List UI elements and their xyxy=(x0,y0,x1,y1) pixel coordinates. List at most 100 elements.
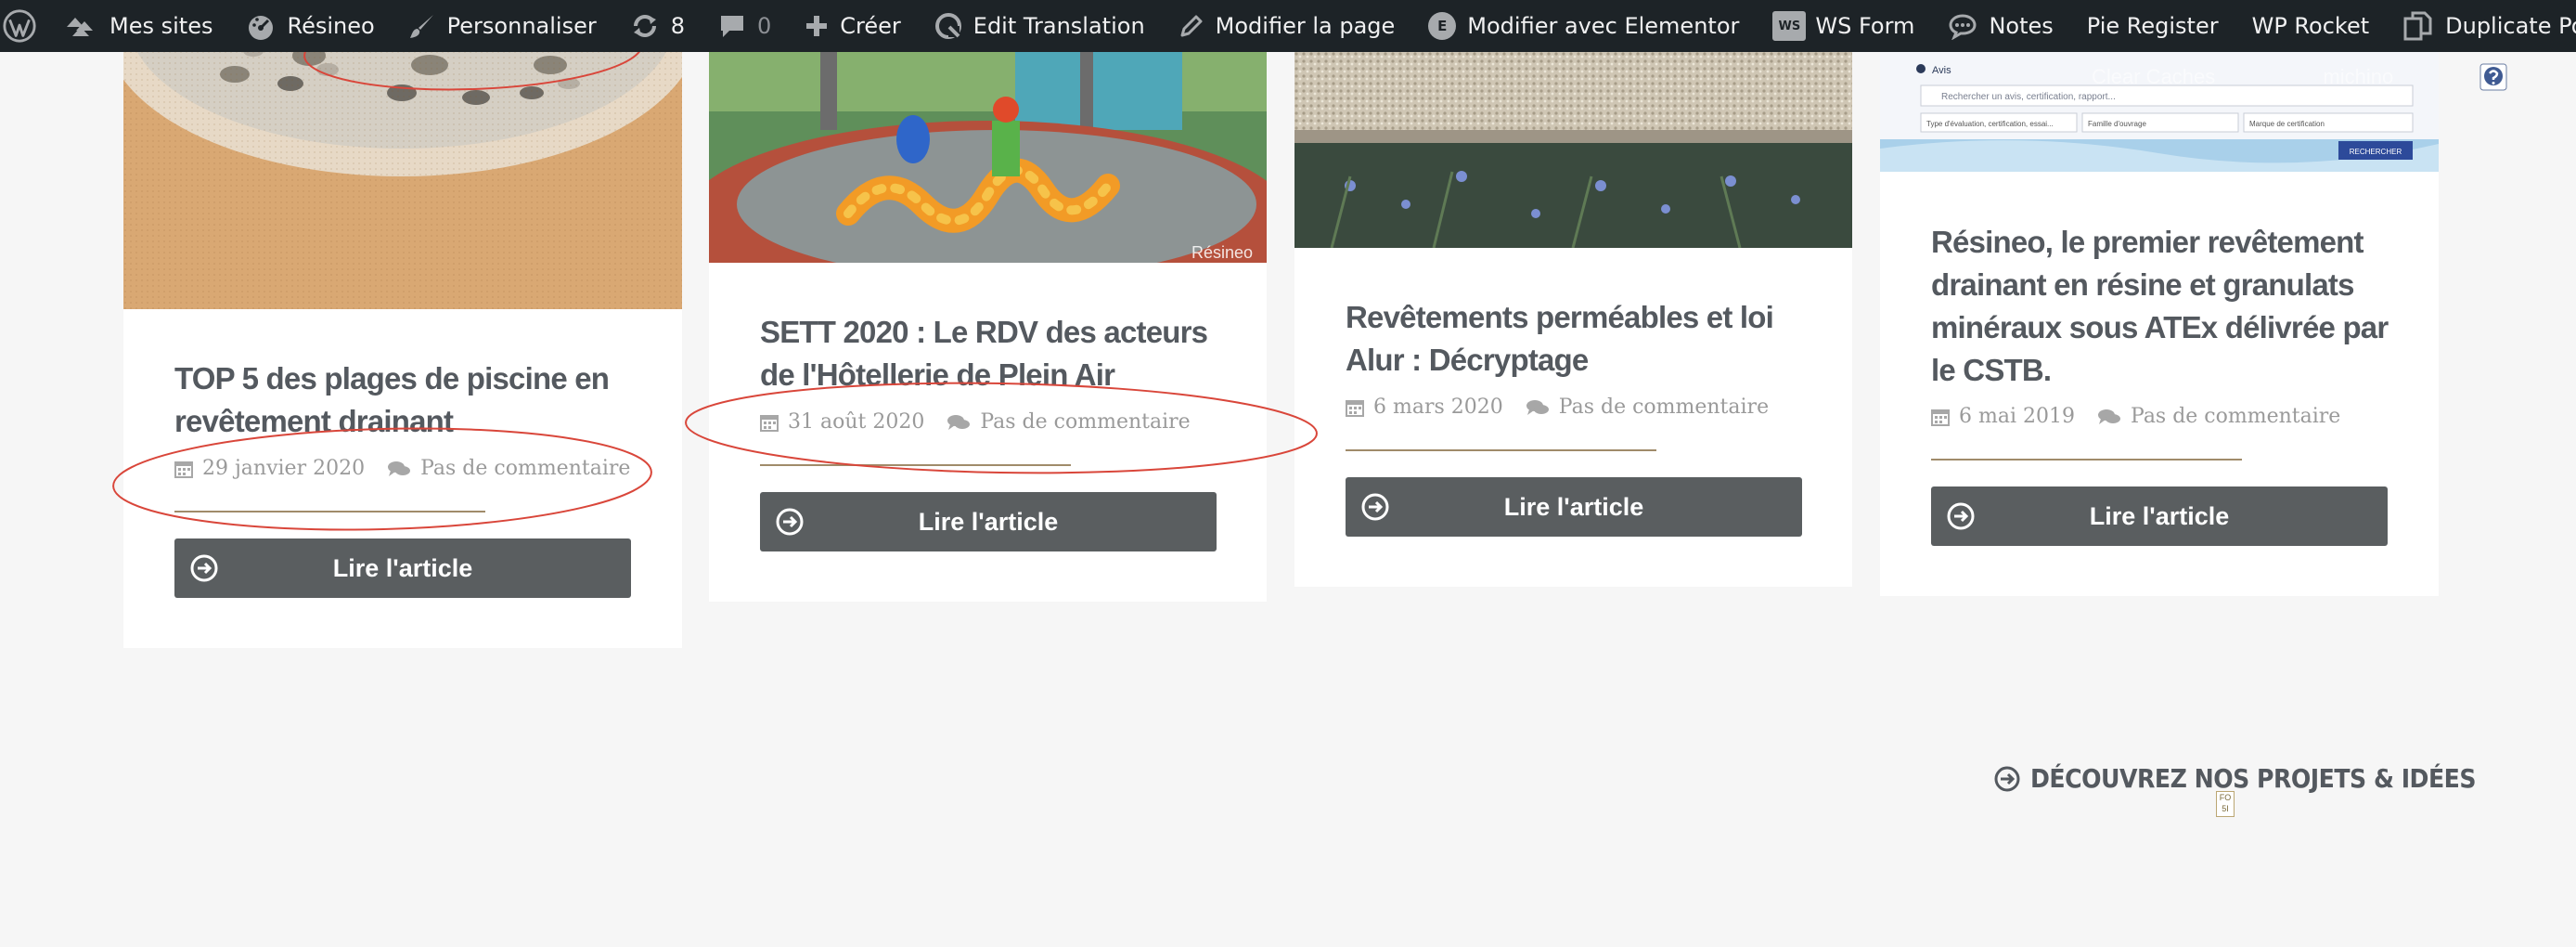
read-article-label: Lire l'article xyxy=(918,507,1059,536)
admin-bar-duplicate-post[interactable]: Duplicate Post xyxy=(2386,0,2576,52)
post-comments-link[interactable]: Pas de commentaire xyxy=(947,410,1191,434)
post-title[interactable]: SETT 2020 : Le RDV des acteurs de l'Hôte… xyxy=(760,311,1243,396)
post-divider xyxy=(174,511,485,512)
language-flag-icon[interactable]: FO 5I xyxy=(2216,791,2235,817)
wordpress-logo-button[interactable] xyxy=(0,0,48,52)
post-date: 6 mai 2019 xyxy=(1959,405,2075,428)
my-sites-icon xyxy=(67,18,93,36)
post-card: Résineo SETT 2020 : Le RDV des acteurs d… xyxy=(709,0,1267,602)
calendar-icon xyxy=(760,414,779,432)
translate-icon xyxy=(934,13,961,39)
pencil-icon xyxy=(1180,15,1203,37)
arrow-circle-right-icon xyxy=(1994,766,2020,791)
post-comment-count: Pas de commentaire xyxy=(980,410,1191,434)
admin-bar-customize[interactable]: Personnaliser xyxy=(392,0,613,52)
comments-icon xyxy=(947,414,971,430)
admin-bar-wp-rocket[interactable]: WP Rocket xyxy=(2235,0,2387,52)
discover-projects-label: DÉCOUVREZ NOS PROJETS & IDÉES xyxy=(2030,763,2477,794)
admin-bar-pie-register[interactable]: Pie Register xyxy=(2070,0,2235,52)
comments-count: 0 xyxy=(757,13,772,39)
post-card: Avis Rechercher un avis, certification, … xyxy=(1880,0,2439,596)
elementor-icon: E xyxy=(1428,12,1457,40)
admin-bar-elementor[interactable]: E Modifier avec Elementor xyxy=(1411,0,1756,52)
search-widget-placeholder: Rechercher un avis, certification, rappo… xyxy=(1941,92,2116,102)
calendar-icon xyxy=(1346,399,1364,417)
clear-caches-tail: michino xyxy=(2323,65,2394,88)
admin-bar-notes[interactable]: Notes xyxy=(1931,0,2069,52)
comments-icon xyxy=(721,16,743,37)
arrow-circle-right-icon xyxy=(1361,493,1389,521)
admin-bar-new-content[interactable]: Créer xyxy=(788,0,918,52)
read-article-button[interactable]: Lire l'article xyxy=(760,492,1217,551)
admin-bar-my-sites[interactable]: Mes sites xyxy=(48,0,229,52)
admin-bar-label: Personnaliser xyxy=(446,13,597,39)
ws-form-icon: WS xyxy=(1772,11,1807,41)
post-meta: 29 janvier 2020 Pas de commentaire xyxy=(174,457,630,480)
image-watermark: Résineo xyxy=(1191,243,1253,262)
admin-bar-ws-form[interactable]: WS WS Form xyxy=(1756,0,1931,52)
admin-bar-label: Duplicate Post xyxy=(2445,13,2576,39)
read-article-button[interactable]: Lire l'article xyxy=(174,538,631,598)
comments-icon xyxy=(1526,399,1549,415)
read-article-button[interactable]: Lire l'article xyxy=(1346,477,1802,537)
arrow-circle-right-icon xyxy=(190,554,218,582)
post-comments-link[interactable]: Pas de commentaire xyxy=(387,457,630,480)
admin-bar-edit-translation[interactable]: Edit Translation xyxy=(918,0,1162,52)
post-date: 29 janvier 2020 xyxy=(202,457,366,480)
post-meta: 6 mai 2019 Pas de commentaire xyxy=(1931,405,2340,428)
post-meta: 31 août 2020 Pas de commentaire xyxy=(760,410,1191,434)
post-comment-count: Pas de commentaire xyxy=(2131,405,2341,428)
calendar-icon xyxy=(1931,409,1950,426)
post-comment-count: Pas de commentaire xyxy=(420,457,631,480)
comments-icon xyxy=(388,461,411,476)
duplicate-icon xyxy=(2403,11,2432,41)
read-article-label: Lire l'article xyxy=(1503,492,1644,521)
calendar-icon xyxy=(174,461,193,478)
post-card: TOP 5 des plages de piscine en revêtemen… xyxy=(123,0,682,648)
post-date: 6 mars 2020 xyxy=(1373,396,1503,419)
discover-projects-link[interactable]: DÉCOUVREZ NOS PROJETS & IDÉES xyxy=(1993,763,2477,794)
post-divider xyxy=(760,464,1071,466)
admin-bar-label: Pie Register xyxy=(2086,13,2219,39)
read-article-button[interactable]: Lire l'article xyxy=(1931,486,2388,546)
admin-bar-label: Modifier avec Elementor xyxy=(1467,13,1740,39)
admin-bar-label: Mes sites xyxy=(109,13,213,39)
admin-bar-label: Edit Translation xyxy=(972,13,1145,39)
post-title[interactable]: TOP 5 des plages de piscine en revêtemen… xyxy=(174,357,657,443)
post-meta: 6 mars 2020 Pas de commentaire xyxy=(1346,396,1769,419)
comments-icon xyxy=(2098,409,2120,424)
wordpress-logo-icon xyxy=(3,9,36,43)
post-date: 31 août 2020 xyxy=(788,410,925,434)
admin-bar-label: Notes xyxy=(1989,13,2054,39)
arrow-circle-right-icon xyxy=(776,508,804,536)
flag-line: 5I xyxy=(2222,804,2229,813)
clear-caches-text: Clear Caches xyxy=(2092,65,2216,88)
help-bubble-icon[interactable] xyxy=(2479,63,2507,91)
search-widget-select: Famille d'ouvrage xyxy=(2088,120,2146,128)
wp-admin-bar: Mes sites Résineo Personnaliser 8 0 Crée… xyxy=(0,0,2576,52)
post-title[interactable]: Revêtements perméables et loi Alur : Déc… xyxy=(1346,296,1828,382)
read-article-label: Lire l'article xyxy=(332,553,473,582)
post-title[interactable]: Résineo, le premier revêtement drainant … xyxy=(1931,221,2414,392)
post-comment-count: Pas de commentaire xyxy=(1558,396,1770,419)
admin-bar-updates[interactable]: 8 xyxy=(613,0,702,52)
post-card: Revêtements perméables et loi Alur : Déc… xyxy=(1294,0,1852,587)
admin-bar-label: WP Rocket xyxy=(2251,13,2370,39)
dashboard-icon xyxy=(249,16,274,40)
search-widget-button: RECHERCHER xyxy=(2350,148,2402,156)
read-article-label: Lire l'article xyxy=(2089,501,2230,530)
admin-bar-label: Créer xyxy=(840,13,901,39)
admin-bar-edit-page[interactable]: Modifier la page xyxy=(1162,0,1412,52)
updates-count: 8 xyxy=(670,13,685,39)
updates-icon xyxy=(633,15,656,37)
post-comments-link[interactable]: Pas de commentaire xyxy=(1526,396,1769,419)
post-divider xyxy=(1931,459,2242,461)
post-comments-link[interactable]: Pas de commentaire xyxy=(2097,405,2340,428)
search-widget-label: Avis xyxy=(1932,65,1951,76)
clear-caches-overlay[interactable]: Clear Caches michino xyxy=(2092,65,2393,89)
flag-line: FO xyxy=(2219,793,2232,802)
brush-icon xyxy=(409,15,433,38)
admin-bar-site-name[interactable]: Résineo xyxy=(229,0,391,52)
admin-bar-comments[interactable]: 0 xyxy=(702,0,788,52)
search-widget-select: Type d'évaluation, certification, essai.… xyxy=(1926,120,2054,128)
